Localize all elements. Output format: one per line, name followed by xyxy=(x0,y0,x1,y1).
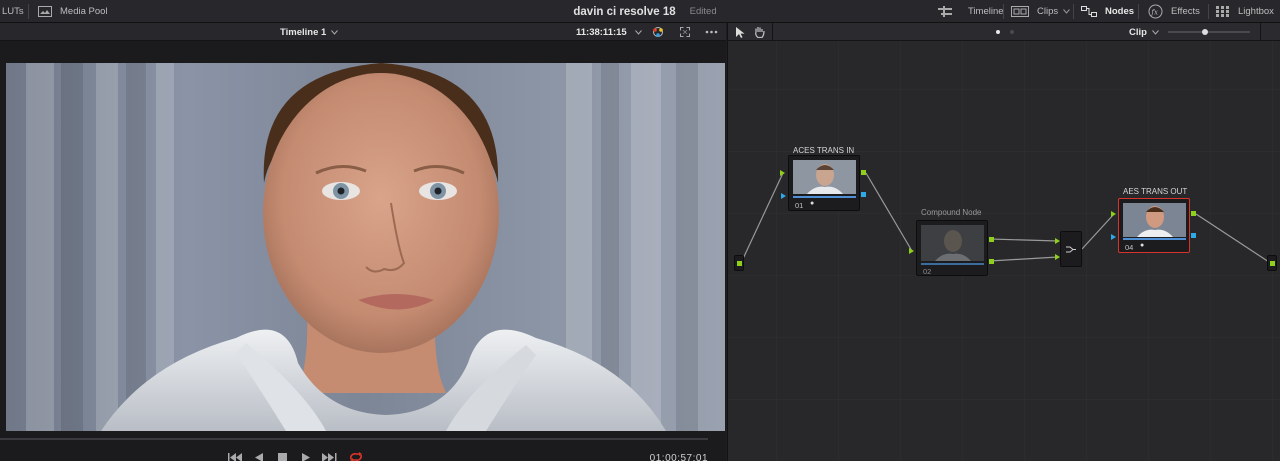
color-viewer-button[interactable] xyxy=(651,23,665,41)
node-output-port[interactable] xyxy=(1191,211,1196,216)
node-label: Compound Node xyxy=(921,208,982,217)
nodes-label: Nodes xyxy=(1105,6,1135,17)
nodes-icon xyxy=(1081,6,1097,17)
node-thumbnail xyxy=(793,160,856,194)
effects-button[interactable]: fx Effects xyxy=(1148,0,1200,23)
compound-node-02[interactable]: 02 xyxy=(916,220,988,276)
output-port[interactable] xyxy=(1267,255,1277,271)
lightbox-button[interactable]: Lightbox xyxy=(1216,0,1274,23)
more-options-icon xyxy=(705,30,718,34)
lightbox-icon xyxy=(1216,6,1229,17)
node-status-bar xyxy=(1123,238,1186,240)
node-thumbnail xyxy=(1123,203,1186,237)
timecode-display[interactable]: 11:38:11:15 xyxy=(576,23,642,41)
color-wheels-icon xyxy=(653,27,663,37)
node-key-output-port[interactable] xyxy=(1191,233,1196,238)
timeline-label: Timeline xyxy=(968,6,1004,17)
node-fx-icon: ● xyxy=(1140,242,1145,249)
node-04-selected[interactable]: 04 ● xyxy=(1118,198,1190,253)
node-number: 04 xyxy=(1125,243,1134,252)
node-output-port[interactable] xyxy=(861,170,866,175)
media-pool-label: Media Pool xyxy=(60,6,108,17)
expand-icon xyxy=(680,27,690,37)
lightbox-label: Lightbox xyxy=(1238,6,1274,17)
node-label: AES TRANS OUT xyxy=(1123,187,1188,196)
node-01[interactable]: 01 ● xyxy=(788,155,860,211)
fullscreen-button[interactable] xyxy=(680,23,690,41)
combiner-node[interactable] xyxy=(1060,231,1082,267)
top-toolbar: LUTs Media Pool davin ci resolve 18 Edit… xyxy=(0,0,1280,23)
media-pool-icon xyxy=(38,6,52,17)
project-status: Edited xyxy=(689,6,717,17)
viewer-options-button[interactable] xyxy=(705,23,718,41)
luts-label: LUTs xyxy=(2,6,24,17)
viewer-header: Timeline 1 11:38:11:15 xyxy=(0,23,726,41)
node-key-output-port[interactable] xyxy=(861,192,866,197)
timeline-icon xyxy=(938,6,952,17)
clips-button[interactable]: Clips xyxy=(1011,0,1071,23)
timeline-button[interactable]: Timeline xyxy=(938,0,1004,23)
timeline-name: Timeline 1 xyxy=(280,26,327,38)
node-output-port[interactable] xyxy=(989,237,994,242)
timeline-selector[interactable]: Timeline 1 xyxy=(280,23,339,41)
chevron-down-icon xyxy=(1063,9,1071,14)
node-connections xyxy=(740,170,1270,264)
viewer-panel: Timeline 1 11:38:11:15 01:00:57:01 xyxy=(0,23,726,461)
chevron-down-icon xyxy=(331,29,339,35)
effects-icon: fx xyxy=(1148,4,1163,19)
play-icon[interactable] xyxy=(302,453,310,461)
divider xyxy=(1073,4,1074,19)
node-number: 01 xyxy=(795,201,804,210)
divider xyxy=(1138,4,1139,19)
divider xyxy=(1003,4,1004,19)
go-to-end-icon[interactable] xyxy=(322,453,337,461)
clips-label: Clips xyxy=(1037,6,1059,17)
project-title: davin ci resolve 18 xyxy=(573,5,676,18)
node-label: ACES TRANS IN xyxy=(793,146,855,155)
divider xyxy=(28,4,29,19)
node-status-bar xyxy=(921,263,984,265)
svg-text:fx: fx xyxy=(1150,8,1158,16)
node-number: 02 xyxy=(923,267,932,276)
effects-label: Effects xyxy=(1171,6,1200,17)
playhead-timecode: 01:00:57:01 xyxy=(649,453,708,461)
stop-icon[interactable] xyxy=(278,453,287,461)
nodes-button[interactable]: Nodes xyxy=(1081,0,1134,23)
chevron-down-icon xyxy=(634,29,642,35)
source-input-port[interactable] xyxy=(734,255,744,271)
loop-icon[interactable] xyxy=(348,452,364,461)
portrait-image xyxy=(6,63,725,431)
go-to-start-icon[interactable] xyxy=(228,453,243,461)
node-status-bar xyxy=(793,196,856,198)
node-thumbnail xyxy=(921,225,984,261)
scrubber-bar[interactable] xyxy=(0,438,708,440)
viewer-timecode: 11:38:11:15 xyxy=(576,26,627,38)
transport-controls xyxy=(0,447,726,461)
clips-icon xyxy=(1011,6,1029,17)
node-editor-panel[interactable]: Clip ACES TRANS IN 01 ● Compound Node 02… xyxy=(727,23,1280,461)
media-pool-button[interactable]: Media Pool xyxy=(38,0,108,23)
luts-button[interactable]: LUTs xyxy=(2,0,24,23)
play-reverse-icon[interactable] xyxy=(255,453,263,461)
viewer-frame[interactable] xyxy=(6,63,725,431)
divider xyxy=(1208,4,1209,19)
node-fx-icon: ● xyxy=(810,200,815,207)
node-output-port[interactable] xyxy=(989,259,994,264)
combiner-icon xyxy=(1066,246,1076,253)
